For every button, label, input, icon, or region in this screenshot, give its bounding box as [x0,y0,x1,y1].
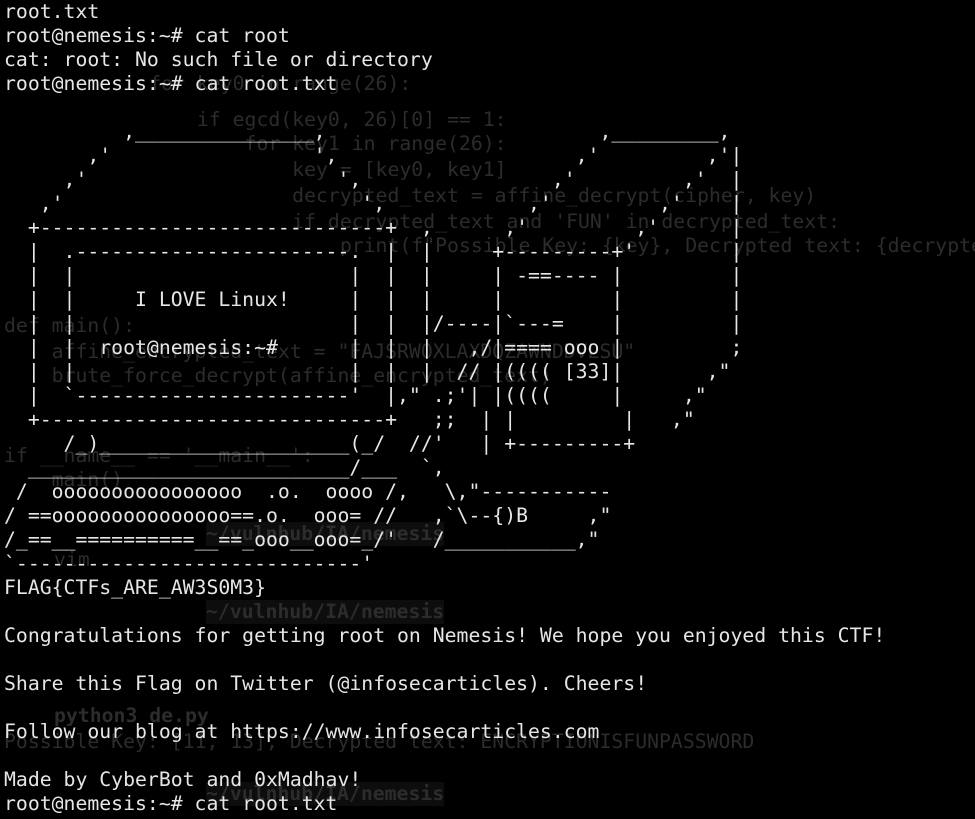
terminal-window[interactable]: for key0 in range(26): if egcd(key0, 26)… [0,0,975,819]
ascii-art-line: +-----------------------------+ , ,' ,' … [4,216,743,239]
output-line: root.txt [4,0,100,23]
ascii-art-line: | | | | | | -==---- | | [4,264,743,287]
message-line: Follow our blog at https://www.infosecar… [4,720,600,743]
ghost-line: ~/vulnhub/IA/nemesis [206,600,445,624]
message-line: Congratulations for getting root on Neme… [4,624,886,647]
ascii-art-line: | | I LOVE Linux! | | | | | | [4,288,743,311]
ascii-art-line: ,' ', ,' ,'| [4,144,743,167]
ascii-art-line: / oooooooooooooooo .o. oooo /, \,"------… [4,480,612,503]
ascii-art-line: /_)_____________________(_/ //' | +-----… [4,432,636,455]
ascii-art-line: ,_______________, ,_________, [4,120,731,143]
ascii-art-line: /_==__==========__==_ooo__ooo=_/' /_____… [4,528,600,551]
flag-line: FLAG{CTFs_ARE_AW3S0M3} [4,576,267,599]
prompt-line: root@nemesis:~# cat root.txt [4,72,338,95]
ascii-art-line: +-----------------------------+ ;; | | |… [4,408,695,431]
ascii-art-line: | | root@nemesis:~# | | | ,/|==== ooo | … [4,336,743,359]
ascii-art-line: / ==ooooooooooooooo==.o. ooo= // ,`\--{)… [4,504,612,527]
ascii-art-line: | | | | | // |(((( [33]| ," [4,360,731,383]
ascii-art-line: | `-----------------------' |," .;'| |((… [4,384,707,407]
message-line: Made by CyberBot and 0xMadhav! [4,768,362,791]
ascii-art-line: ,' ', ,' ,' | [4,168,743,191]
ascii-art-line: ___________________________/___ `, [4,456,445,479]
prompt-line: root@nemesis:~# cat root [4,24,290,47]
ascii-art-line: | | | | |/----|`---= | | [4,312,743,335]
ascii-art-line: ,' ', ,' ,' | [4,192,743,215]
ascii-art-line: | .-----------------------. | | +-------… [4,240,743,263]
prompt-line: root@nemesis:~# cat root.txt [4,792,338,815]
error-line: cat: root: No such file or directory [4,48,433,71]
message-line: Share this Flag on Twitter (@infosecarti… [4,672,648,695]
ascii-art-line: `-----------------------------' [4,552,374,575]
